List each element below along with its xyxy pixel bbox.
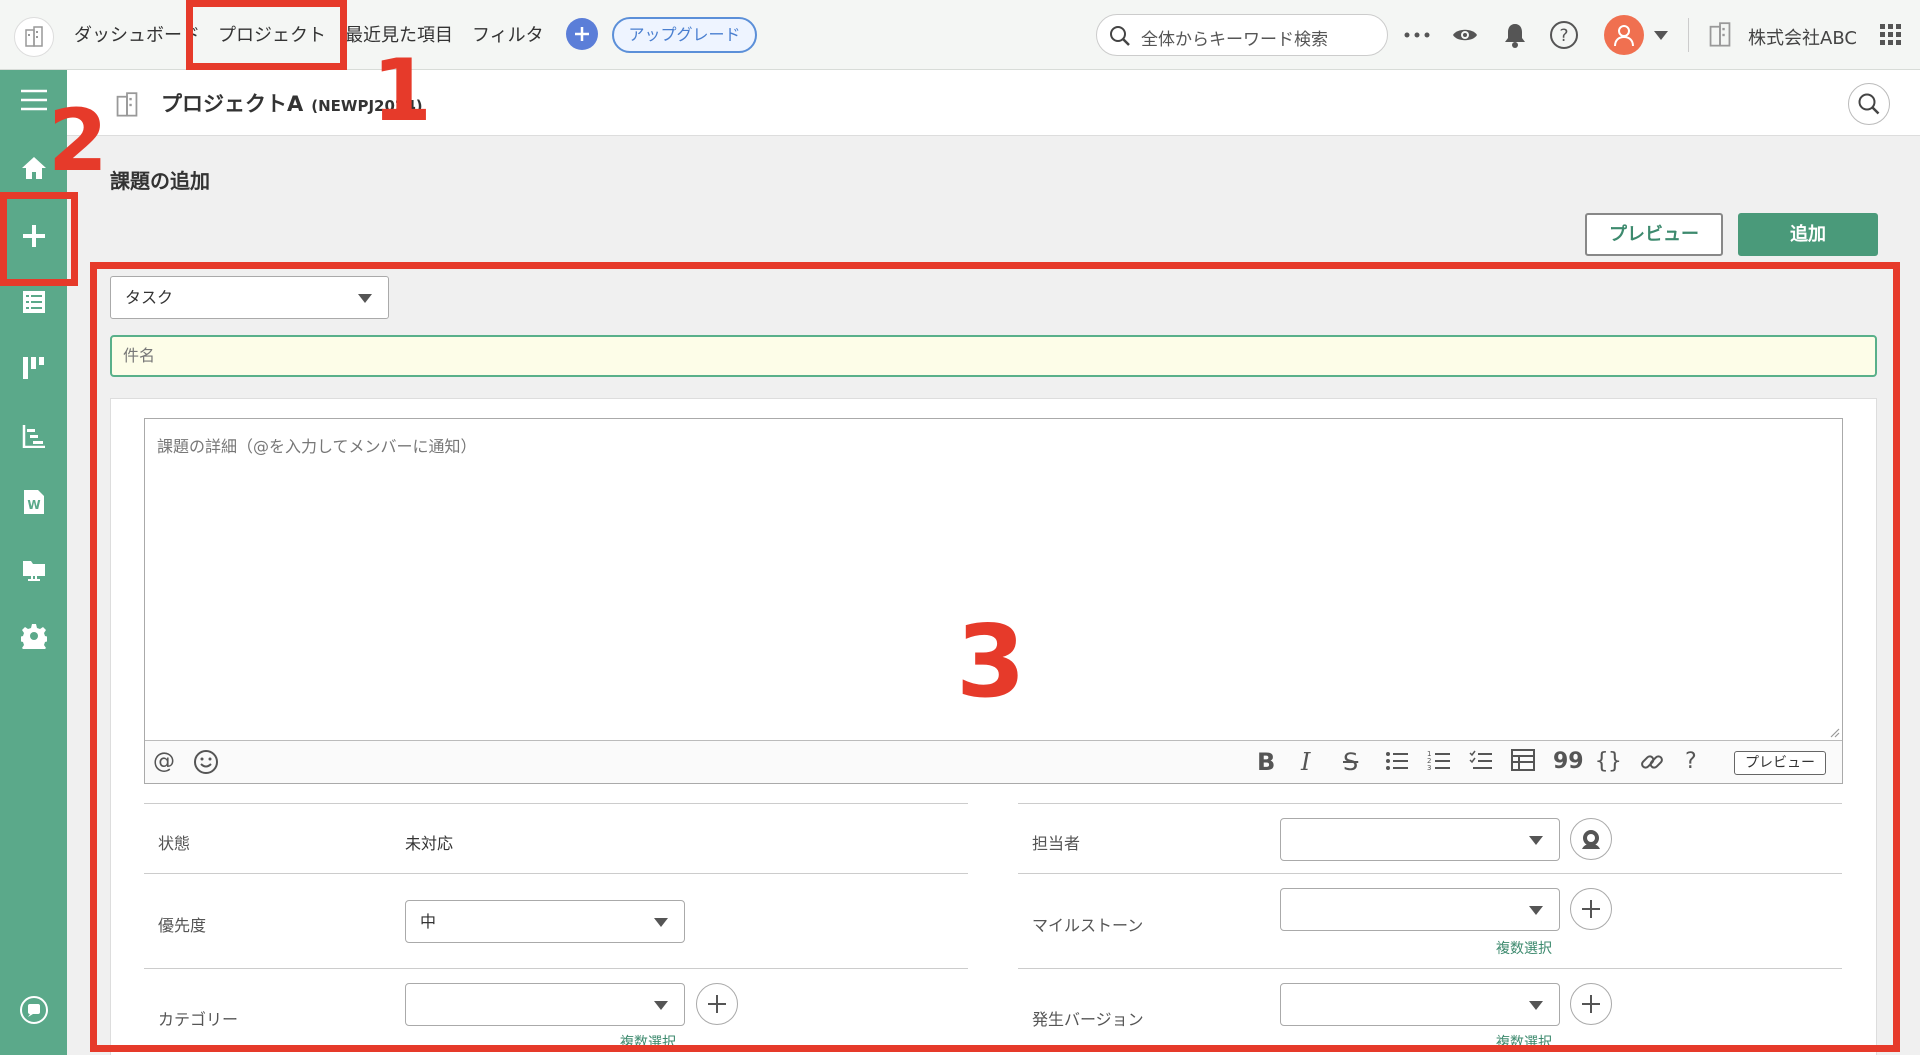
user-icon[interactable] — [1604, 15, 1644, 55]
gantt-icon[interactable] — [18, 420, 50, 452]
annotation-box-1 — [186, 0, 347, 70]
page-title: 課題の追加 — [110, 169, 210, 193]
svg-text:W: W — [27, 498, 40, 512]
plus-icon[interactable] — [566, 18, 598, 50]
annotation-box-2 — [0, 192, 78, 286]
add-button[interactable]: 追加 — [1738, 213, 1878, 256]
menu-icon[interactable] — [18, 84, 50, 116]
annotation-number-2: 2 — [48, 91, 108, 191]
preview-button[interactable]: プレビュー — [1585, 213, 1723, 256]
company-name[interactable]: 株式会社ABC — [1748, 24, 1857, 50]
nav-filter[interactable]: フィルタ — [472, 22, 544, 50]
more-icon[interactable] — [1402, 20, 1432, 50]
issues-list-icon[interactable] — [18, 286, 50, 318]
annotation-number-3: 3 — [956, 603, 1026, 720]
project-search-button[interactable] — [1848, 83, 1890, 125]
upgrade-button[interactable]: アップグレード — [612, 17, 757, 53]
eye-icon[interactable] — [1450, 20, 1480, 50]
project-header: プロジェクトA (NEWPJ2024) — [67, 70, 1920, 136]
search-placeholder: 全体からキーワード検索 — [1141, 30, 1328, 50]
help-icon[interactable]: ? — [1548, 19, 1580, 51]
global-search-input[interactable]: 全体からキーワード検索 — [1096, 14, 1388, 56]
wiki-icon[interactable]: W — [18, 486, 50, 518]
chat-icon[interactable] — [18, 994, 50, 1026]
project-name: プロジェクトA — [161, 92, 304, 116]
svg-text:?: ? — [1559, 26, 1568, 46]
apps-grid-icon[interactable] — [1880, 24, 1902, 46]
annotation-number-1: 1 — [372, 41, 432, 141]
files-icon[interactable] — [18, 554, 50, 586]
nav-dashboard[interactable]: ダッシュボード — [74, 22, 200, 50]
divider — [1688, 18, 1689, 52]
chevron-down-icon[interactable] — [1654, 31, 1668, 40]
settings-icon[interactable] — [18, 620, 50, 652]
home-icon[interactable] — [18, 152, 50, 184]
board-icon[interactable] — [18, 352, 50, 384]
bell-icon[interactable] — [1500, 19, 1530, 51]
search-icon — [1110, 26, 1130, 46]
space-logo-icon[interactable] — [14, 17, 54, 57]
project-building-icon — [115, 92, 139, 118]
search-icon — [1858, 93, 1880, 115]
building-icon — [1708, 22, 1732, 48]
